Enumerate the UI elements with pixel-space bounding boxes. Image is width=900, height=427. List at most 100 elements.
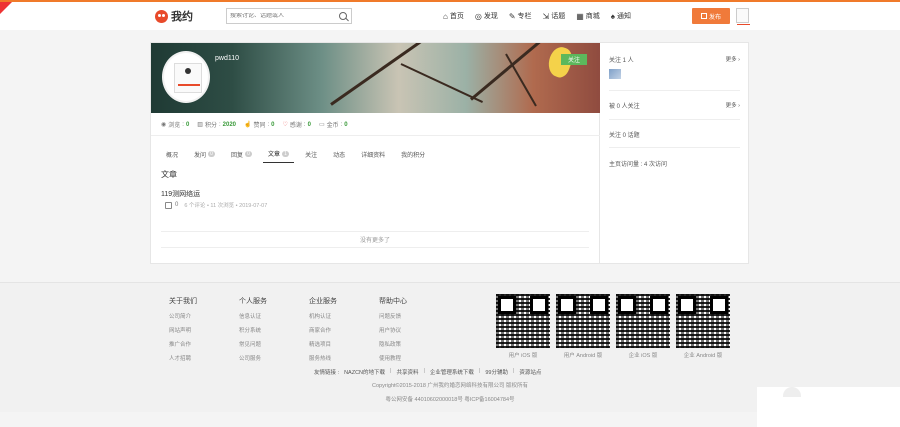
chart-icon: ▥ xyxy=(197,122,203,128)
footer-link[interactable]: 隐私政策 xyxy=(379,340,439,348)
nav-discover[interactable]: ◎ 发现 xyxy=(475,11,498,21)
article-meta-text: 6 个评论 • 11 次浏览 • 2019-07-07 xyxy=(184,203,268,209)
footer-link[interactable]: 用户协议 xyxy=(379,326,439,334)
footer-link[interactable]: 人才招聘 xyxy=(169,354,229,362)
count-badge: 0 xyxy=(208,151,216,157)
column-icon: ✎ xyxy=(508,11,516,21)
publish-label: 发布 xyxy=(708,14,721,21)
logo-icon xyxy=(155,9,168,23)
search-input[interactable] xyxy=(227,13,327,19)
footer-link[interactable]: 商家合作 xyxy=(309,326,369,334)
profile-avatar[interactable] xyxy=(162,51,210,103)
friend-links: 友情链接 : NAZCN的地下载 | 共享资料 | 企业管理系统下载 | 99分辅助 |… xyxy=(314,368,541,376)
count-badge: 1 xyxy=(282,150,290,157)
following-more-link[interactable]: 更多 › xyxy=(726,55,740,63)
article-title-link[interactable]: 119测网络运 xyxy=(161,189,200,199)
search-icon[interactable] xyxy=(339,12,347,20)
stat-value: 0 xyxy=(185,121,190,128)
page-views: 主页访问量 : 4 次访问 xyxy=(609,162,668,168)
footer-link[interactable]: 服务热线 xyxy=(309,354,369,362)
tab-activity[interactable]: 动态 xyxy=(328,146,350,163)
stat-label: 感谢 xyxy=(289,123,302,129)
nav-label: 商城 xyxy=(585,13,600,20)
friend-link[interactable]: 企业管理系统下载 xyxy=(430,368,474,376)
qr-code-icon xyxy=(676,294,730,348)
followers-more-link[interactable]: 更多 › xyxy=(726,101,740,109)
footer-column-title: 企业服务 xyxy=(309,298,337,305)
wallet-icon: ▭ xyxy=(318,122,325,128)
stat-value: 2020 xyxy=(222,121,236,128)
tab-label: 回复 xyxy=(231,152,244,159)
tab-label: 发问 xyxy=(194,152,207,159)
tab-questions[interactable]: 发问 0 xyxy=(189,146,220,163)
nav-home[interactable]: ⌂ 首页 xyxy=(443,11,464,21)
stat-views: ◉ 浏览:0 xyxy=(161,121,190,130)
like-button[interactable]: 0 xyxy=(165,201,178,209)
tab-articles[interactable]: 文章 1 xyxy=(263,146,295,163)
nav-column[interactable]: ✎ 专栏 xyxy=(509,11,532,21)
footer-column-title: 帮助中心 xyxy=(379,298,407,305)
footer-link[interactable]: 信息认证 xyxy=(239,312,299,320)
nav-mall[interactable]: ▦ 商城 xyxy=(576,11,600,21)
followed-user-avatar[interactable] xyxy=(609,69,621,79)
follow-button[interactable]: 关注 xyxy=(561,54,587,65)
publish-icon xyxy=(700,13,707,19)
qr-code-icon xyxy=(616,294,670,348)
home-icon: ⌂ xyxy=(443,11,448,21)
mall-icon: ▦ xyxy=(576,11,584,21)
tab-overview[interactable]: 概况 xyxy=(161,146,183,163)
friend-link[interactable]: 共享资料 xyxy=(396,368,418,376)
user-avatar[interactable] xyxy=(736,8,750,25)
tab-label: 关注 xyxy=(305,152,318,159)
site-logo[interactable]: 我约 xyxy=(155,8,193,24)
publish-button[interactable]: 发布 xyxy=(692,8,730,24)
tab-following[interactable]: 关注 xyxy=(300,146,322,163)
footer-column-help: 帮助中心 问题反馈 用户协议 隐私政策 使用教程 xyxy=(379,296,439,368)
friend-link[interactable]: 资源站点 xyxy=(519,368,541,376)
friend-links-label: 友情链接 : xyxy=(314,370,340,376)
nav-notification[interactable]: ♠ 通知 xyxy=(611,11,631,21)
nav-topic[interactable]: ⇲ 话题 xyxy=(543,11,566,21)
footer-link[interactable]: 积分系统 xyxy=(239,326,299,334)
stat-label: 积分 xyxy=(204,123,217,129)
profile-username: pwd110 xyxy=(215,55,240,62)
stat-label: 赞同 xyxy=(253,123,266,129)
footer-link[interactable]: 机构认证 xyxy=(309,312,369,320)
stat-thanks: ♡ 感谢:0 xyxy=(282,121,311,130)
qr-label: 企业 Android 版 xyxy=(683,353,723,359)
nav-label: 话题 xyxy=(551,13,566,20)
footer-link[interactable]: 使用教程 xyxy=(379,354,439,362)
separator: | xyxy=(478,368,481,374)
profile-banner: pwd110 关注 xyxy=(151,43,601,113)
profile-sidebar: 关注 1 人 更多 › 被 0 人关注 更多 › 关注 0 话题 主页访问量 :… xyxy=(600,42,749,264)
footer-link[interactable]: 公司服务 xyxy=(239,354,299,362)
qr-code-icon xyxy=(496,294,550,348)
divider xyxy=(609,147,740,148)
tab-label: 详细资料 xyxy=(361,152,386,159)
tab-label: 动态 xyxy=(333,152,346,159)
friend-link[interactable]: 99分辅助 xyxy=(485,368,508,376)
friend-link[interactable]: NAZCN的地下载 xyxy=(344,368,385,376)
footer-link[interactable]: 推广合作 xyxy=(169,340,229,348)
footer-link[interactable]: 精选项目 xyxy=(309,340,369,348)
main-nav: ⌂ 首页 ◎ 发现 ✎ 专栏 ⇲ 话题 ▦ 商城 ♠ 通知 xyxy=(443,11,642,21)
footer-column-title: 个人服务 xyxy=(239,298,267,305)
nav-label: 通知 xyxy=(617,13,632,20)
stat-label: 浏览 xyxy=(168,123,181,129)
profile-panel: pwd110 关注 ◉ 浏览:0 ▥ 积分:2020 ☝ 赞同:0 ♡ 感谢:0 ▭ 金币… xyxy=(150,42,601,264)
banner-branch xyxy=(470,43,557,101)
footer-link[interactable]: 常见问题 xyxy=(239,340,299,348)
footer-link[interactable]: 问题反馈 xyxy=(379,312,439,320)
footer-column-title: 关于我们 xyxy=(169,298,197,305)
tab-replies[interactable]: 回复 0 xyxy=(226,146,257,163)
nav-label: 发现 xyxy=(483,13,498,20)
footer-link[interactable]: 公司简介 xyxy=(169,312,229,320)
tab-my-points[interactable]: 我的积分 xyxy=(396,146,430,163)
article-meta: 0 6 个评论 • 11 次浏览 • 2019-07-07 xyxy=(165,201,267,209)
tab-details[interactable]: 详细资料 xyxy=(356,146,390,163)
footer-link[interactable]: 网站声明 xyxy=(169,326,229,334)
separator: | xyxy=(390,368,392,374)
stat-coins: ▭ 金币:0 xyxy=(318,121,348,130)
thumb-up-icon xyxy=(165,201,172,209)
following-count: 关注 1 人 xyxy=(609,58,634,64)
